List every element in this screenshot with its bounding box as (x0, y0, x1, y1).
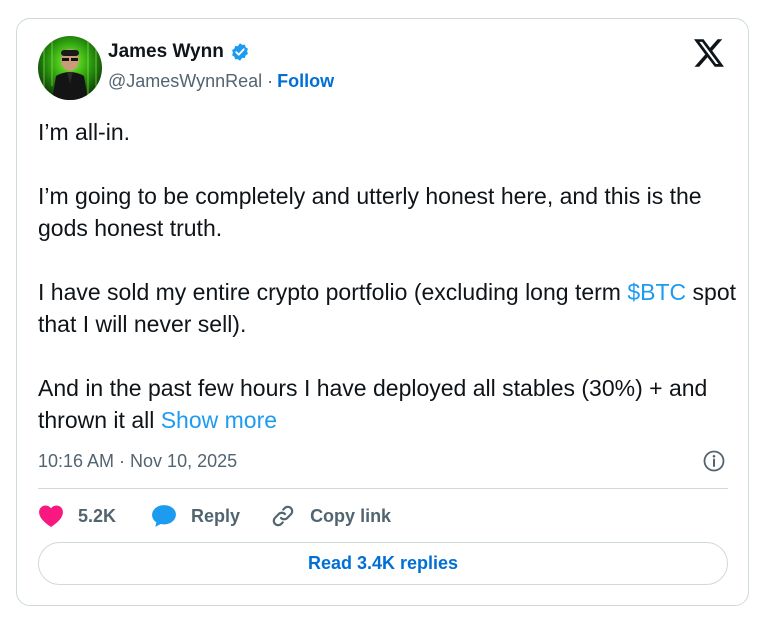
divider (38, 488, 728, 489)
tweet-text-segment: I have sold my entire crypto portfolio (… (38, 279, 628, 305)
avatar[interactable] (38, 36, 102, 100)
like-count: 5.2K (78, 505, 117, 526)
tweet-paragraph-1: I’m all-in. (38, 119, 131, 145)
show-more-link[interactable]: Show more (161, 407, 277, 433)
tweet-text: I’m all-in. I’m going to be completely a… (38, 116, 738, 436)
author-name-row: James Wynn (108, 41, 250, 63)
timestamp[interactable]: 10:16 AM · Nov 10, 2025 (38, 451, 237, 472)
meta-row: 10:16 AM · Nov 10, 2025 (38, 447, 726, 475)
copy-link-button[interactable]: Copy link (270, 503, 391, 529)
reply-bubble-icon (151, 504, 177, 528)
heart-icon (38, 504, 64, 528)
verified-badge-icon (230, 42, 250, 62)
separator: · (267, 71, 274, 91)
author-handle[interactable]: @JamesWynnReal (108, 71, 262, 92)
cashtag-link[interactable]: $BTC (627, 279, 686, 305)
tweet-paragraph-2: I’m going to be completely and utterly h… (38, 183, 702, 241)
author-name[interactable]: James Wynn (108, 41, 224, 63)
like-button[interactable]: 5.2K (38, 504, 116, 528)
copy-link-label: Copy link (310, 505, 392, 526)
reply-button[interactable]: Reply (151, 504, 240, 528)
read-replies-button[interactable]: Read 3.4K replies (38, 542, 728, 585)
tweet-paragraph-3: I have sold my entire crypto portfolio (… (38, 276, 738, 340)
link-icon (270, 503, 296, 529)
tweet-card: James Wynn @JamesWynnReal · Follow I’m a… (16, 18, 749, 606)
x-logo-icon[interactable] (694, 39, 724, 67)
tweet-text-segment: And in the past few hours I have deploye… (38, 375, 708, 433)
follow-button[interactable]: Follow (277, 71, 334, 92)
tweet-paragraph-4: And in the past few hours I have deploye… (38, 372, 738, 436)
reply-label: Reply (191, 505, 241, 526)
info-icon[interactable] (702, 449, 726, 473)
action-bar: 5.2K Reply Copy link (38, 501, 391, 531)
handle-row: @JamesWynnReal · Follow (108, 71, 334, 92)
